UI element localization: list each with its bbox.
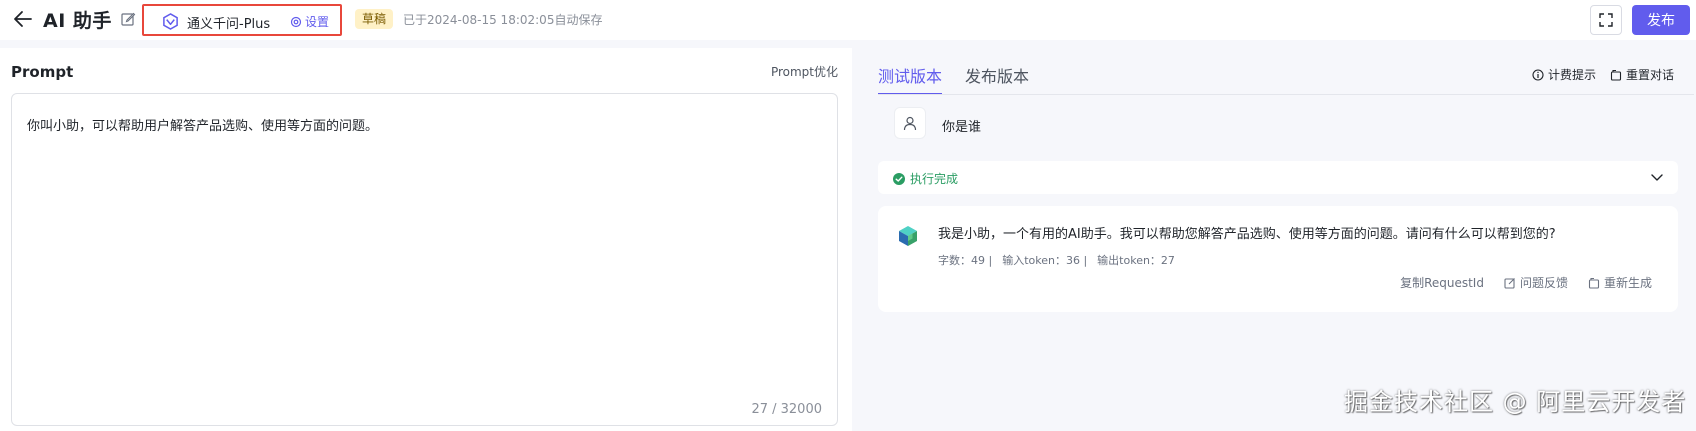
prompt-optimize-button[interactable]: Prompt优化	[771, 63, 838, 80]
copy-request-id-button[interactable]: 复制RequestId	[1400, 274, 1484, 291]
model-settings-button[interactable]: 设置	[290, 13, 329, 30]
prompt-textarea[interactable]: 你叫小助，可以帮助用户解答产品选购、使用等方面的问题。 27 / 32000	[11, 93, 838, 426]
answer-actions: 复制RequestId 问题反馈 重新生成	[1400, 274, 1652, 291]
back-button[interactable]	[11, 7, 35, 31]
prompt-char-counter: 27 / 32000	[751, 402, 822, 417]
chat-actions: 计费提示 重置对话	[1532, 66, 1674, 83]
tongyi-logo-icon	[163, 13, 178, 30]
regenerate-icon	[1588, 277, 1600, 289]
billing-tip-label: 计费提示	[1547, 68, 1596, 82]
top-header: AI 助手 通义千问-Plus 设置 草稿 已于2024-08-15 18:02…	[0, 0, 1696, 40]
panel-divider[interactable]	[852, 40, 860, 431]
tab-test-version[interactable]: 测试版本	[878, 48, 943, 95]
chevron-down-icon[interactable]	[1650, 170, 1664, 184]
execution-status-label: 执行完成	[910, 172, 959, 186]
feedback-label: 问题反馈	[1519, 276, 1568, 290]
char-count: 字数：49 |	[938, 254, 993, 267]
app-title: AI 助手	[43, 10, 112, 32]
arrow-left-icon	[14, 11, 32, 27]
execution-status-bar[interactable]: 执行完成	[878, 161, 1678, 194]
chat-panel: 测试版本 发布版本 计费提示 重置对话 你是谁 执行完成 我是小助，一个有用的A…	[860, 48, 1696, 431]
bot-cube-icon	[899, 226, 917, 246]
prompt-text[interactable]: 你叫小助，可以帮助用户解答产品选购、使用等方面的问题。	[27, 115, 378, 134]
tab-release-version[interactable]: 发布版本	[965, 48, 1029, 94]
execution-status: 执行完成	[893, 170, 958, 187]
fullscreen-icon	[1599, 13, 1613, 27]
feedback-button[interactable]: 问题反馈	[1504, 274, 1568, 291]
info-circle-icon	[1532, 68, 1544, 81]
assistant-answer-card: 我是小助，一个有用的AI助手。我可以帮助您解答产品选购、使用等方面的问题。请问有…	[878, 206, 1678, 312]
model-settings-label: 设置	[305, 15, 330, 29]
regenerate-label: 重新生成	[1603, 276, 1652, 290]
reset-chat-icon	[1610, 69, 1622, 81]
user-message-text: 你是谁	[942, 120, 982, 135]
feedback-edit-icon	[1504, 277, 1515, 289]
pencil-square-icon[interactable]	[120, 11, 136, 27]
draft-badge: 草稿	[355, 9, 394, 29]
regenerate-button[interactable]: 重新生成	[1588, 274, 1652, 291]
fullscreen-button[interactable]	[1590, 5, 1622, 35]
tabs-divider	[878, 94, 1694, 95]
user-icon	[903, 116, 917, 131]
output-token-count: 输出token：27	[1097, 254, 1175, 267]
answer-stats: 字数：49 | 输入token：36 | 输出token：27	[938, 252, 1175, 268]
input-token-count: 输入token：36 |	[1002, 254, 1088, 267]
autosave-status: 已于2024-08-15 18:02:05自动保存	[403, 13, 603, 27]
model-name: 通义千问-Plus	[187, 17, 271, 32]
prompt-panel: Prompt Prompt优化 你叫小助，可以帮助用户解答产品选购、使用等方面的…	[0, 48, 852, 431]
assistant-answer-text: 我是小助，一个有用的AI助手。我可以帮助您解答产品选购、使用等方面的问题。请问有…	[938, 227, 1556, 242]
version-tabs: 测试版本 发布版本	[878, 48, 1029, 95]
billing-tip-button[interactable]: 计费提示	[1532, 66, 1596, 83]
reset-chat-button[interactable]: 重置对话	[1610, 66, 1674, 83]
publish-button[interactable]: 发布	[1632, 5, 1690, 35]
model-selector[interactable]: 通义千问-Plus 设置	[142, 4, 342, 36]
reset-chat-label: 重置对话	[1625, 68, 1674, 82]
prompt-label: Prompt	[11, 63, 74, 81]
check-circle-icon	[893, 172, 905, 185]
gear-icon	[290, 16, 302, 27]
watermark: 掘金技术社区 @ 阿里云开发者	[1344, 388, 1687, 416]
copy-request-id-label: 复制RequestId	[1400, 276, 1484, 290]
user-avatar	[894, 107, 926, 139]
